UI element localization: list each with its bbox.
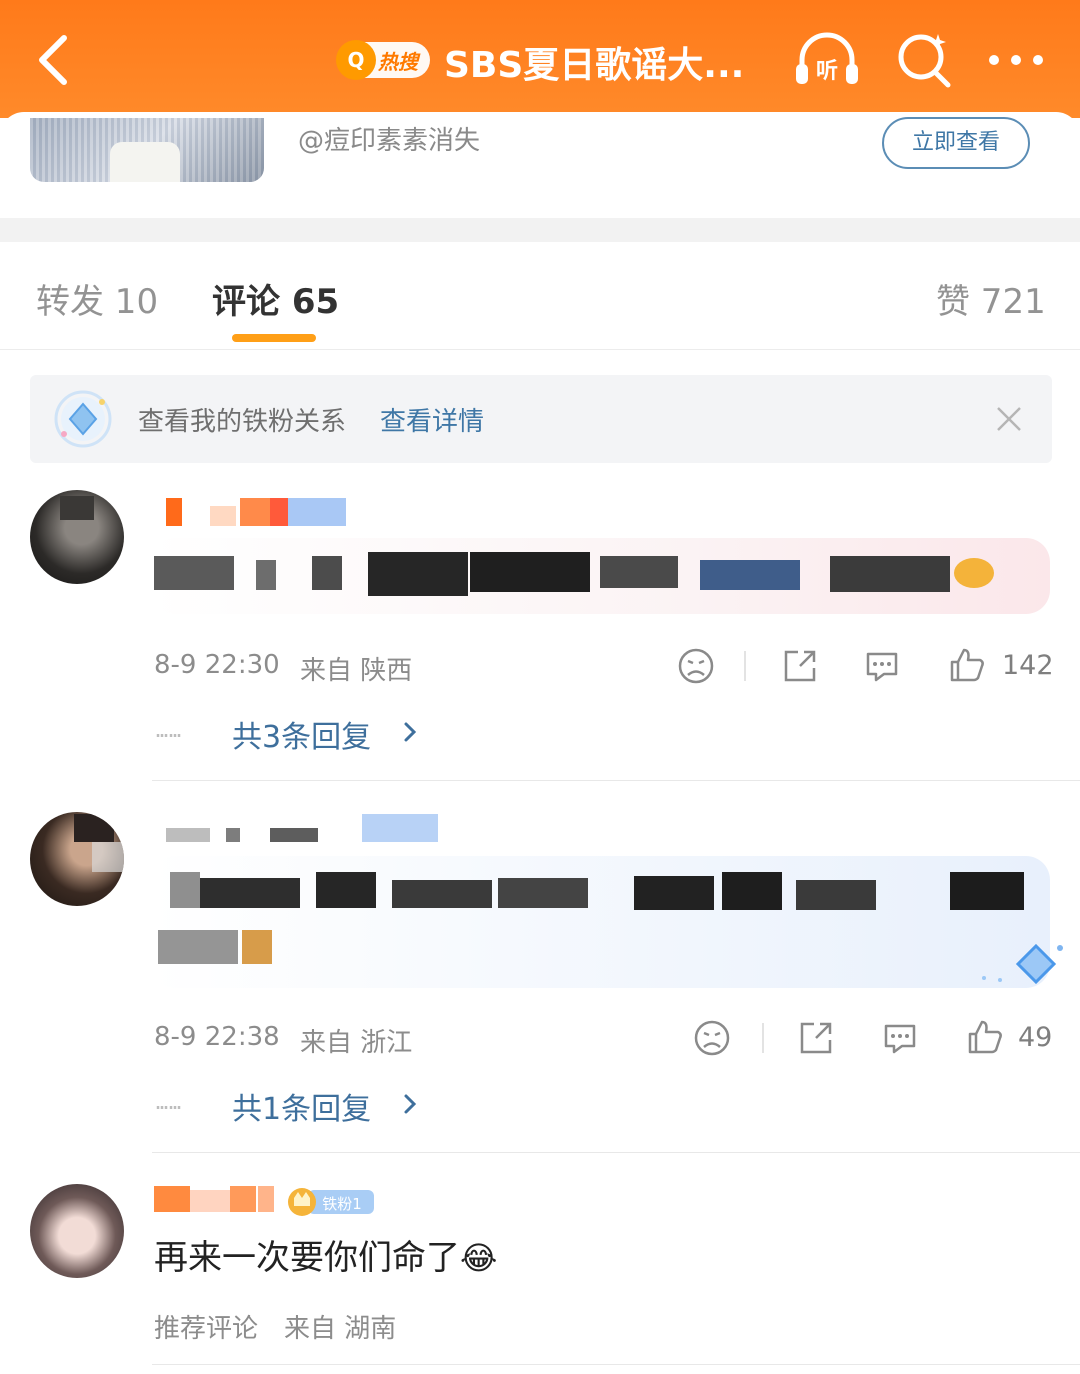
emoji-icon bbox=[954, 558, 994, 588]
thumbnail-cup bbox=[110, 142, 180, 182]
redacted-block bbox=[154, 556, 234, 590]
diamond-decoration-icon bbox=[982, 943, 1063, 985]
redacted-block bbox=[362, 814, 438, 842]
redacted-block bbox=[270, 828, 318, 842]
avatar-pixel-blur bbox=[74, 814, 114, 842]
top-navigation-bar: Q 热搜 SBS夏日歌谣大... 听 bbox=[0, 0, 1080, 118]
redacted-block bbox=[256, 560, 276, 590]
like-count: 49 bbox=[1018, 1022, 1053, 1053]
comment-location: 来自 湖南 bbox=[284, 1314, 397, 1344]
comment-bubble bbox=[150, 856, 1050, 988]
redacted-block bbox=[230, 1186, 256, 1212]
comment-time: 8-9 22:30 bbox=[154, 650, 280, 680]
search-icon[interactable] bbox=[894, 28, 954, 90]
redacted-block bbox=[700, 560, 800, 590]
comment-icon[interactable] bbox=[862, 646, 902, 686]
redacted-block bbox=[634, 876, 714, 910]
redacted-block bbox=[498, 878, 588, 908]
redacted-block bbox=[240, 498, 270, 526]
reply-dots: …… bbox=[156, 1090, 183, 1114]
dislike-face-icon[interactable] bbox=[692, 1018, 732, 1058]
tab-likes[interactable]: 赞 721 bbox=[936, 274, 1046, 323]
tab-reposts[interactable]: 转发 10 bbox=[36, 274, 158, 323]
view-details-link[interactable]: 查看详情 bbox=[380, 401, 484, 438]
hot-search-label: 热搜 bbox=[378, 50, 418, 74]
section-divider bbox=[0, 218, 1080, 242]
redacted-block bbox=[210, 506, 236, 526]
like-count: 142 bbox=[1002, 650, 1054, 681]
chevron-right-icon bbox=[404, 722, 417, 742]
redacted-block bbox=[722, 872, 782, 910]
tabs-divider bbox=[0, 349, 1080, 350]
action-separator bbox=[762, 1023, 764, 1053]
redacted-block bbox=[288, 498, 346, 526]
action-separator bbox=[744, 651, 746, 681]
redacted-block bbox=[226, 828, 240, 842]
tab-comments[interactable]: 评论 65 bbox=[212, 274, 339, 323]
redacted-block bbox=[796, 880, 876, 910]
redacted-block bbox=[270, 498, 288, 526]
recommended-comment-label: 推荐评论 bbox=[154, 1314, 259, 1344]
avatar[interactable] bbox=[30, 812, 124, 906]
post-author-handle[interactable]: @痘印素素消失 bbox=[298, 120, 480, 157]
redacted-block bbox=[158, 930, 238, 964]
redacted-block bbox=[200, 878, 300, 908]
comment-time: 8-9 22:38 bbox=[154, 1022, 280, 1052]
redacted-block bbox=[316, 872, 376, 908]
page-title: SBS夏日歌谣大... bbox=[444, 45, 745, 86]
iron-fan-badge: 铁粉1 bbox=[288, 1188, 374, 1216]
post-thumbnail[interactable] bbox=[30, 118, 264, 182]
redacted-block bbox=[392, 880, 492, 908]
diamond-fan-icon bbox=[54, 390, 112, 448]
share-icon[interactable] bbox=[796, 1018, 836, 1058]
redacted-block bbox=[312, 556, 342, 590]
thumbs-up-icon[interactable] bbox=[964, 1016, 1004, 1056]
dislike-face-icon[interactable] bbox=[676, 646, 716, 686]
redacted-block bbox=[166, 828, 210, 842]
reply-dots: …… bbox=[156, 718, 183, 742]
close-icon[interactable] bbox=[994, 404, 1024, 434]
fan-badge-label: 铁粉1 bbox=[322, 1195, 362, 1213]
view-now-button[interactable]: 立即查看 bbox=[882, 117, 1030, 169]
listen-label: 听 bbox=[816, 59, 838, 84]
redacted-block bbox=[166, 498, 182, 526]
comment-text-body: 再来一次要你们命了 bbox=[154, 1238, 460, 1278]
redacted-block bbox=[600, 556, 678, 588]
redacted-block bbox=[170, 872, 200, 908]
chevron-right-icon bbox=[404, 1094, 417, 1114]
avatar-pixel-blur bbox=[92, 842, 124, 872]
thumbs-up-icon[interactable] bbox=[946, 644, 986, 684]
avatar[interactable] bbox=[30, 1184, 124, 1278]
comment-text[interactable]: 再来一次要你们命了😂 bbox=[154, 1230, 497, 1279]
redacted-block bbox=[258, 1186, 274, 1212]
emoji-icon bbox=[242, 930, 272, 964]
comment-divider bbox=[152, 1364, 1080, 1365]
hot-search-badge[interactable]: Q 热搜 bbox=[336, 40, 430, 80]
weibo-comments-page: Q 热搜 SBS夏日歌谣大... 听 @痘印素素消失 立即查看 转发 10 评论… bbox=[0, 0, 1080, 1374]
comment-divider bbox=[152, 780, 1080, 781]
search-q-icon: Q bbox=[336, 40, 376, 80]
redacted-block bbox=[830, 556, 950, 592]
view-replies-link[interactable]: 共3条回复 bbox=[232, 712, 371, 756]
redacted-block bbox=[368, 552, 468, 596]
more-options-icon[interactable] bbox=[986, 50, 1046, 70]
comment-location: 来自 浙江 bbox=[300, 1028, 413, 1058]
back-arrow-icon[interactable] bbox=[30, 30, 86, 90]
laughing-emoji-icon: 😂 bbox=[460, 1239, 498, 1277]
fan-relation-text: 查看我的铁粉关系 bbox=[138, 407, 347, 437]
comment-icon[interactable] bbox=[880, 1018, 920, 1058]
comment-divider bbox=[152, 1152, 1080, 1153]
redacted-block bbox=[154, 1186, 190, 1212]
avatar-pixel-blur bbox=[60, 496, 94, 520]
active-tab-indicator bbox=[232, 334, 316, 342]
share-icon[interactable] bbox=[780, 646, 820, 686]
redacted-block bbox=[950, 872, 1024, 910]
view-replies-link[interactable]: 共1条回复 bbox=[232, 1084, 371, 1128]
redacted-block bbox=[470, 552, 590, 592]
avatar[interactable] bbox=[30, 490, 124, 584]
comment-location: 来自 陕西 bbox=[300, 656, 413, 686]
headphones-listen-icon[interactable]: 听 bbox=[794, 28, 860, 90]
redacted-block bbox=[190, 1190, 230, 1212]
